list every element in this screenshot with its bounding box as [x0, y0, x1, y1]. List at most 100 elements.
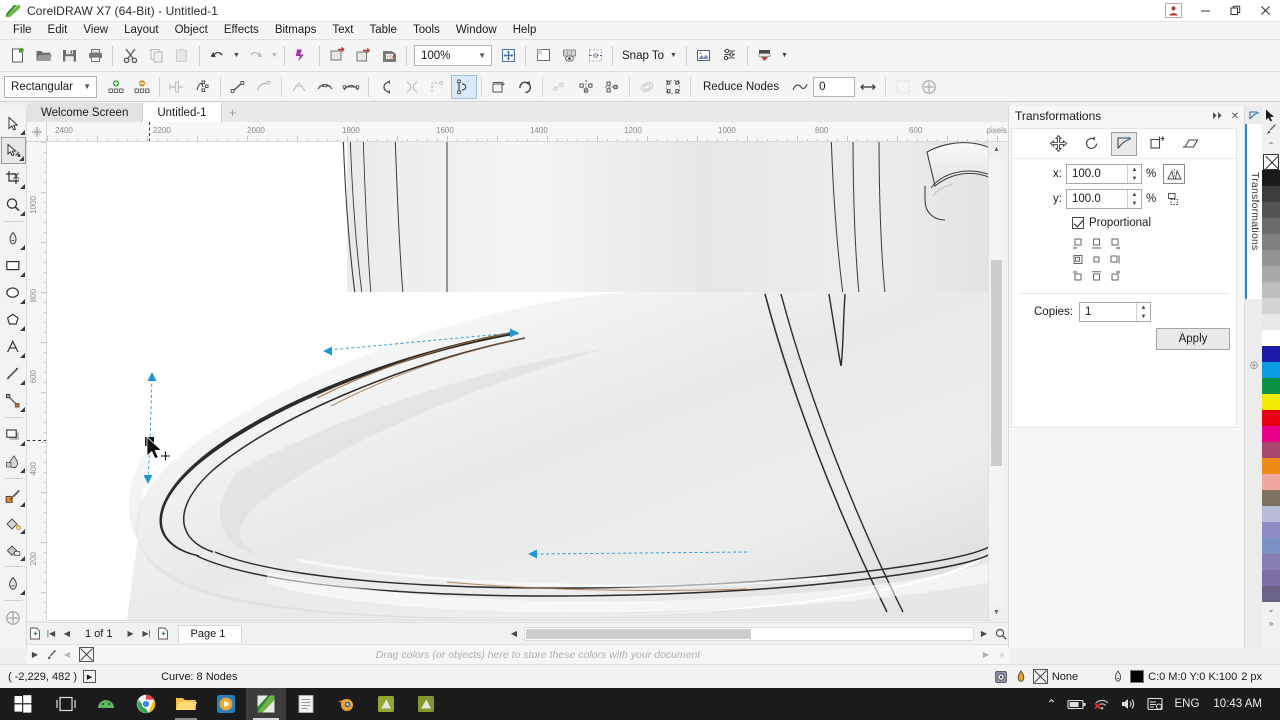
docker-tab-transformations[interactable]: Transformations — [1245, 124, 1263, 299]
new-document-icon[interactable] — [4, 43, 30, 69]
close-curve-button[interactable] — [425, 75, 451, 99]
menu-edit[interactable]: Edit — [40, 22, 76, 39]
interactive-fill-tool[interactable] — [1, 536, 26, 563]
anchor-bottom-right[interactable] — [1106, 268, 1123, 283]
rotate-tab[interactable] — [1078, 132, 1104, 156]
tray-expand-chevron-icon[interactable]: ⌃ — [1038, 688, 1064, 720]
tab-welcome-screen[interactable]: Welcome Screen — [27, 103, 144, 122]
zoom-tool[interactable] — [1, 191, 26, 218]
android-icon[interactable] — [86, 688, 126, 720]
launcher-dropdown-icon[interactable]: ▼ — [778, 43, 790, 69]
menu-text[interactable]: Text — [324, 22, 361, 39]
apply-button[interactable]: Apply — [1156, 328, 1230, 350]
scale-y-input[interactable]: 100.0 ▲ ▼ — [1066, 189, 1142, 209]
app-green-1-icon[interactable] — [366, 688, 406, 720]
skew-tab[interactable] — [1177, 132, 1203, 156]
anchor-bottom-left[interactable] — [1070, 268, 1087, 283]
page-tab-1[interactable]: Page 1 — [177, 624, 243, 643]
show-desktop-button[interactable] — [1270, 688, 1276, 720]
docker-close-icon[interactable]: ✕ — [1226, 107, 1244, 125]
previous-page-button[interactable]: ◀ — [59, 625, 75, 643]
palette-swatch-gray-10[interactable] — [1262, 314, 1280, 330]
palette-swatch-black[interactable] — [1262, 170, 1280, 186]
elastic-mode-button[interactable] — [634, 75, 660, 99]
palette-swatch-orange[interactable] — [1262, 458, 1280, 474]
pick-tool[interactable] — [1, 110, 26, 137]
hscroll-left-button[interactable]: ◀ — [506, 625, 522, 643]
scroll-thumb[interactable] — [991, 260, 1002, 466]
palette-swatch-steel-blue[interactable] — [1262, 538, 1280, 554]
palette-scroll-left-icon[interactable]: ▶ — [27, 646, 43, 664]
palette-eyedropper-icon[interactable] — [1264, 123, 1277, 139]
proportional-checkbox[interactable] — [1072, 217, 1084, 229]
docker-tab-icon[interactable] — [1247, 108, 1261, 122]
add-node-button[interactable] — [103, 75, 129, 99]
polygon-tool[interactable] — [1, 306, 26, 333]
freehand-tool[interactable] — [1, 225, 26, 252]
language-indicator[interactable]: ENG — [1168, 698, 1205, 710]
join-nodes-button[interactable] — [164, 75, 190, 99]
copies-stepper[interactable]: ▲ ▼ — [1136, 303, 1150, 321]
notepad-icon[interactable] — [286, 688, 326, 720]
chrome-icon[interactable] — [126, 688, 166, 720]
publish-pdf-icon[interactable] — [289, 43, 315, 69]
options-icon[interactable] — [691, 43, 717, 69]
size-tab[interactable] — [1144, 132, 1170, 156]
palette-expand-icon[interactable]: » — [1262, 616, 1280, 630]
volume-icon[interactable] — [1116, 688, 1142, 720]
palette-expand-icon[interactable]: » — [994, 646, 1010, 664]
outline-pen-icon[interactable] — [1110, 669, 1126, 685]
user-account-icon[interactable] — [1165, 3, 1182, 18]
add-tab-button[interactable]: + — [222, 103, 244, 122]
menu-help[interactable]: Help — [505, 22, 545, 39]
print-icon[interactable] — [82, 43, 108, 69]
palette-prev-icon[interactable]: ◀ — [59, 646, 75, 664]
palette-swatch-gray-50[interactable] — [1262, 250, 1280, 266]
color-eyedropper-tool[interactable] — [1, 482, 26, 509]
export-icon[interactable] — [350, 43, 376, 69]
anchor-middle-right[interactable] — [1106, 252, 1123, 267]
menu-bitmaps[interactable]: Bitmaps — [267, 22, 325, 39]
palette-swatch-gray-80[interactable] — [1262, 202, 1280, 218]
cut-icon[interactable] — [117, 43, 143, 69]
close-button[interactable] — [1250, 0, 1280, 22]
menu-file[interactable]: File — [5, 22, 40, 39]
menu-table[interactable]: Table — [361, 22, 405, 39]
anchor-middle-left[interactable] — [1070, 252, 1087, 267]
anchor-bottom-center[interactable] — [1088, 268, 1105, 283]
menu-object[interactable]: Object — [167, 22, 216, 39]
ellipse-tool[interactable] — [1, 279, 26, 306]
rectangle-tool[interactable] — [1, 252, 26, 279]
docker-collapse-icon[interactable]: ⏵⏵ — [1208, 107, 1226, 125]
copies-input[interactable]: 1 ▲ ▼ — [1079, 302, 1151, 322]
palette-swatch-gray-60[interactable] — [1262, 234, 1280, 250]
show-grid-icon[interactable] — [556, 43, 582, 69]
palette-swatch-gray-90[interactable] — [1262, 186, 1280, 202]
menu-tools[interactable]: Tools — [405, 22, 448, 39]
fill-type-icon[interactable] — [993, 669, 1009, 685]
outline-pen-tool[interactable] — [1, 570, 26, 597]
break-curve-button[interactable] — [190, 75, 216, 99]
smoothness-slider-handle[interactable] — [855, 75, 881, 99]
palette-swatch-green[interactable] — [1262, 378, 1280, 394]
anchor-top-right[interactable] — [1106, 236, 1123, 251]
menu-effects[interactable]: Effects — [216, 22, 267, 39]
crop-tool[interactable] — [1, 164, 26, 191]
smart-fill-tool[interactable] — [1, 509, 26, 536]
palette-swatch-pale-blue[interactable] — [1262, 506, 1280, 522]
no-color-swatch[interactable] — [79, 647, 94, 662]
canvas-vertical-scrollbar[interactable]: ▲ ▼ — [988, 142, 1004, 620]
rotate-nodes-button[interactable] — [512, 75, 538, 99]
mirror-horizontal-icon[interactable] — [1163, 164, 1186, 184]
convert-to-curve-button[interactable] — [251, 75, 277, 99]
make-node-cusp-button[interactable] — [286, 75, 312, 99]
shape-tool[interactable] — [0, 137, 26, 164]
proportional-row[interactable]: Proportional — [1012, 209, 1236, 229]
palette-swatch-gray-20[interactable] — [1262, 298, 1280, 314]
application-launcher-icon[interactable] — [752, 43, 778, 69]
menu-view[interactable]: View — [75, 22, 116, 39]
scale-x-stepper[interactable]: ▲ ▼ — [1127, 165, 1141, 183]
palette-scroll-up-icon[interactable]: ⌃ — [1262, 138, 1280, 152]
next-page-button[interactable]: ▶ — [123, 625, 139, 643]
reflect-nodes-horizontal-button[interactable] — [573, 75, 599, 99]
